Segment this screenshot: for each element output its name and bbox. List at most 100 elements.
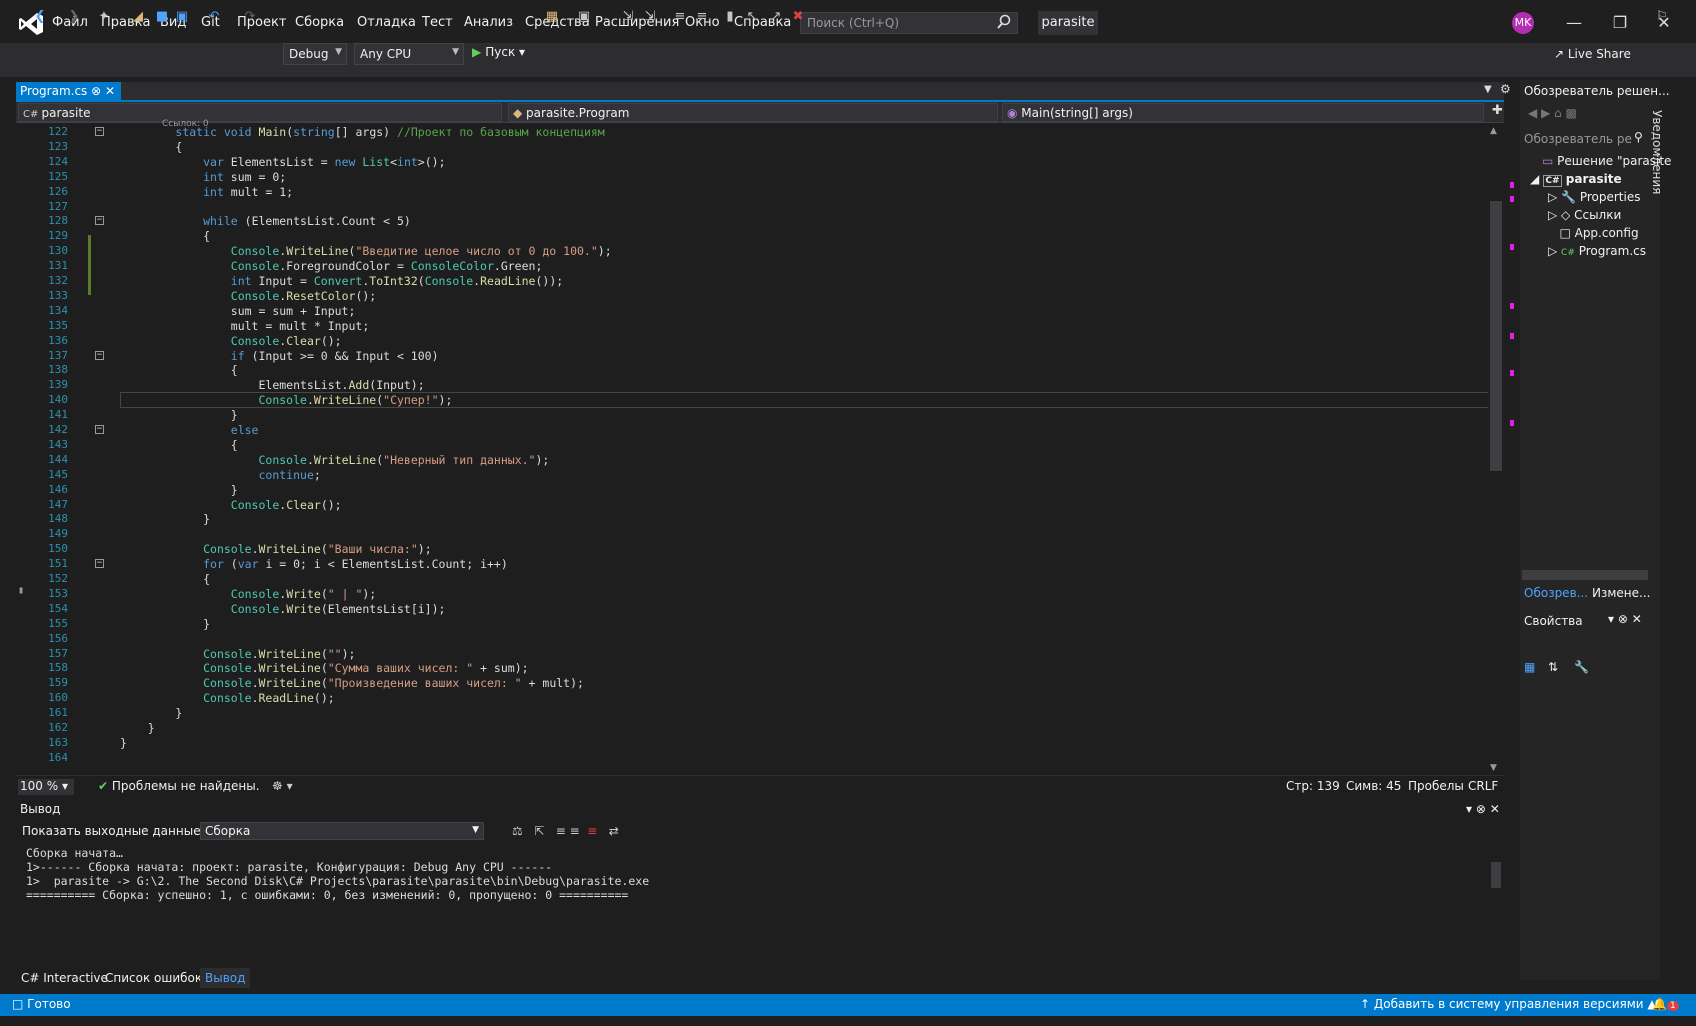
clear-bookmarks-icon[interactable]: ✖ bbox=[790, 9, 806, 25]
uncomment-icon[interactable]: ≡ bbox=[694, 9, 710, 25]
code-line[interactable]: Console.WriteLine("Ваши числа:"); bbox=[120, 542, 432, 556]
scroll-thumb[interactable] bbox=[1491, 862, 1501, 888]
minimize-icon[interactable]: — bbox=[1554, 10, 1594, 36]
code-line[interactable]: { bbox=[120, 140, 182, 154]
live-share-button[interactable]: ↗ Live Share bbox=[1554, 47, 1631, 61]
open-folder-icon[interactable]: ◢ bbox=[130, 9, 146, 25]
nav-class-dropdown[interactable]: ◆ parasite.Program bbox=[508, 103, 998, 122]
tab-program-cs[interactable]: Program.cs ⊗ ✕ bbox=[16, 82, 121, 102]
tree-item-references[interactable]: ▷ ◇ Ссылки bbox=[1548, 208, 1621, 222]
new-project-icon[interactable]: ✦ bbox=[96, 9, 112, 25]
code-line[interactable]: } bbox=[120, 706, 182, 720]
output-toolbar[interactable]: ⚖ ⇱ ≡ ≡ ≡ ⇄ bbox=[512, 824, 619, 838]
code-line[interactable]: { bbox=[120, 363, 238, 377]
code-line[interactable]: { bbox=[120, 572, 210, 586]
code-line[interactable]: Console.WriteLine("Супер!"); bbox=[120, 393, 452, 407]
start-button[interactable]: ▶ Пуск ▾ bbox=[472, 45, 525, 65]
tab-output[interactable]: Вывод bbox=[200, 968, 251, 988]
code-line[interactable]: else bbox=[120, 423, 259, 437]
zoom-dropdown[interactable]: 100 % ▾ bbox=[18, 779, 74, 795]
code-editor[interactable]: Ссылок: 0 122 static void Main(string[] … bbox=[16, 119, 1500, 775]
code-line[interactable]: Console.ReadLine(); bbox=[120, 691, 335, 705]
code-line[interactable]: if (Input >= 0 && Input < 100) bbox=[120, 349, 439, 363]
code-line[interactable]: Console.Write(" | "); bbox=[120, 587, 376, 601]
code-line[interactable]: } bbox=[120, 483, 238, 497]
menu-debug[interactable]: Отладка bbox=[357, 15, 416, 30]
issues-indicator[interactable]: ✔ Проблемы не найдены. bbox=[98, 779, 260, 793]
nav-member-dropdown[interactable]: ◉ Main(string[] args) bbox=[1002, 103, 1484, 122]
code-line[interactable]: Console.WriteLine("Неверный тип данных."… bbox=[120, 453, 549, 467]
tree-item-program[interactable]: ▷ C# Program.cs bbox=[1548, 244, 1646, 258]
step-over-icon[interactable]: ⇲ bbox=[642, 9, 658, 25]
forward-icon[interactable]: ❯ bbox=[66, 9, 82, 25]
redo-icon[interactable]: ↷ bbox=[242, 9, 258, 25]
fold-toggle-icon[interactable]: − bbox=[95, 350, 104, 360]
tab-git-changes[interactable]: Измене... bbox=[1592, 586, 1650, 600]
code-line[interactable]: int Input = Convert.ToInt32(Console.Read… bbox=[120, 274, 563, 288]
code-line[interactable]: { bbox=[120, 438, 238, 452]
menu-extensions[interactable]: Расширения bbox=[595, 15, 679, 30]
search-icon[interactable] bbox=[996, 14, 1012, 30]
settings-gear-icon[interactable]: ⚙ bbox=[1500, 82, 1511, 96]
code-line[interactable]: Console.Clear(); bbox=[120, 498, 342, 512]
scroll-up-icon[interactable]: ▲ bbox=[1490, 126, 1497, 136]
line-indicator[interactable]: Стр: 139 bbox=[1286, 779, 1340, 793]
code-line[interactable]: } bbox=[120, 408, 238, 422]
code-line[interactable]: while (ElementsList.Count < 5) bbox=[120, 214, 411, 228]
scroll-thumb[interactable] bbox=[1490, 201, 1502, 471]
fold-toggle-icon[interactable]: − bbox=[95, 127, 104, 136]
code-line[interactable]: { bbox=[120, 229, 210, 243]
code-line[interactable]: } bbox=[120, 721, 155, 735]
code-line[interactable]: continue; bbox=[120, 468, 320, 482]
whitespace-indicator[interactable]: Пробелы bbox=[1408, 779, 1464, 793]
code-cleanup-icon[interactable]: ☸ ▾ bbox=[272, 779, 293, 793]
code-line[interactable]: for (var i = 0; i < ElementsList.Count; … bbox=[120, 557, 508, 571]
platform-dropdown[interactable]: Any CPU ▼ bbox=[354, 43, 464, 65]
undo-icon[interactable]: ↶ bbox=[206, 9, 222, 25]
close-tab-icon[interactable]: ✕ bbox=[105, 84, 115, 98]
notifications-vertical-tab[interactable]: Уведомления bbox=[1650, 110, 1664, 194]
editor-scrollbar[interactable]: ▲ ▼ bbox=[1488, 123, 1504, 775]
code-line[interactable]: } bbox=[120, 512, 210, 526]
tab-csharp-interactive[interactable]: C# Interactive bbox=[16, 968, 113, 988]
code-line[interactable]: var ElementsList = new List<int>(); bbox=[120, 155, 445, 169]
menu-test[interactable]: Тест bbox=[422, 15, 453, 30]
step-into-icon[interactable]: ⇲ bbox=[620, 9, 636, 25]
menu-analyze[interactable]: Анализ bbox=[464, 15, 513, 30]
properties-window-controls[interactable]: ▾ ⊗ ✕ bbox=[1608, 612, 1642, 626]
code-line[interactable]: Console.Clear(); bbox=[120, 334, 342, 348]
horizontal-scrollbar[interactable] bbox=[1522, 570, 1648, 580]
code-line[interactable]: ElementsList.Add(Input); bbox=[120, 378, 424, 392]
solution-toolbar[interactable]: ◀ ▶ ⌂ ▩ bbox=[1528, 106, 1577, 120]
fold-toggle-icon[interactable]: − bbox=[95, 425, 104, 434]
save-all-icon[interactable]: ▣ bbox=[174, 9, 190, 25]
column-indicator[interactable]: Симв: 45 bbox=[1346, 779, 1401, 793]
code-line[interactable]: int sum = 0; bbox=[120, 170, 286, 184]
notifications-bell[interactable]: 🔔 1 bbox=[1652, 997, 1679, 1011]
code-line[interactable]: } bbox=[120, 736, 127, 750]
fold-toggle-icon[interactable]: − bbox=[95, 559, 104, 569]
code-line[interactable]: Console.WriteLine("Сумма ваших чисел: " … bbox=[120, 661, 528, 675]
split-icon[interactable]: ✚ bbox=[1492, 103, 1503, 118]
output-source-dropdown[interactable]: Сборка ▼ bbox=[200, 822, 484, 840]
config-dropdown[interactable]: Debug ▼ bbox=[283, 43, 347, 65]
code-line[interactable]: Console.Write(ElementsList[i]); bbox=[120, 602, 446, 616]
code-line[interactable]: Console.WriteLine(""); bbox=[120, 647, 355, 661]
output-scrollbar[interactable] bbox=[1488, 846, 1504, 956]
alphabetical-icon[interactable]: ⇅ bbox=[1548, 660, 1558, 674]
tree-item-properties[interactable]: ▷ 🔧 Properties bbox=[1548, 190, 1640, 204]
project-node[interactable]: ◢ C# parasite bbox=[1530, 172, 1622, 187]
code-line[interactable]: Console.ForegroundColor = ConsoleColor.G… bbox=[120, 259, 543, 273]
search-input[interactable]: Поиск (Ctrl+Q) bbox=[800, 12, 1018, 34]
save-icon[interactable]: ■ bbox=[154, 9, 170, 25]
code-line[interactable]: Console.WriteLine("Произведение ваших чи… bbox=[120, 676, 584, 690]
output-window-controls[interactable]: ▾ ⊗ ✕ bbox=[1466, 802, 1500, 816]
restore-icon[interactable]: ❐ bbox=[1600, 10, 1640, 36]
avatar[interactable]: MK bbox=[1512, 12, 1534, 34]
eol-indicator[interactable]: CRLF bbox=[1468, 779, 1498, 793]
code-line[interactable]: sum = sum + Input; bbox=[120, 304, 356, 318]
categorized-icon[interactable]: ▦ bbox=[1524, 660, 1535, 674]
code-line[interactable]: Console.ResetColor(); bbox=[120, 289, 376, 303]
back-icon[interactable]: ❮ bbox=[32, 9, 48, 25]
tab-solution-explorer[interactable]: Обозрев... bbox=[1524, 586, 1588, 600]
